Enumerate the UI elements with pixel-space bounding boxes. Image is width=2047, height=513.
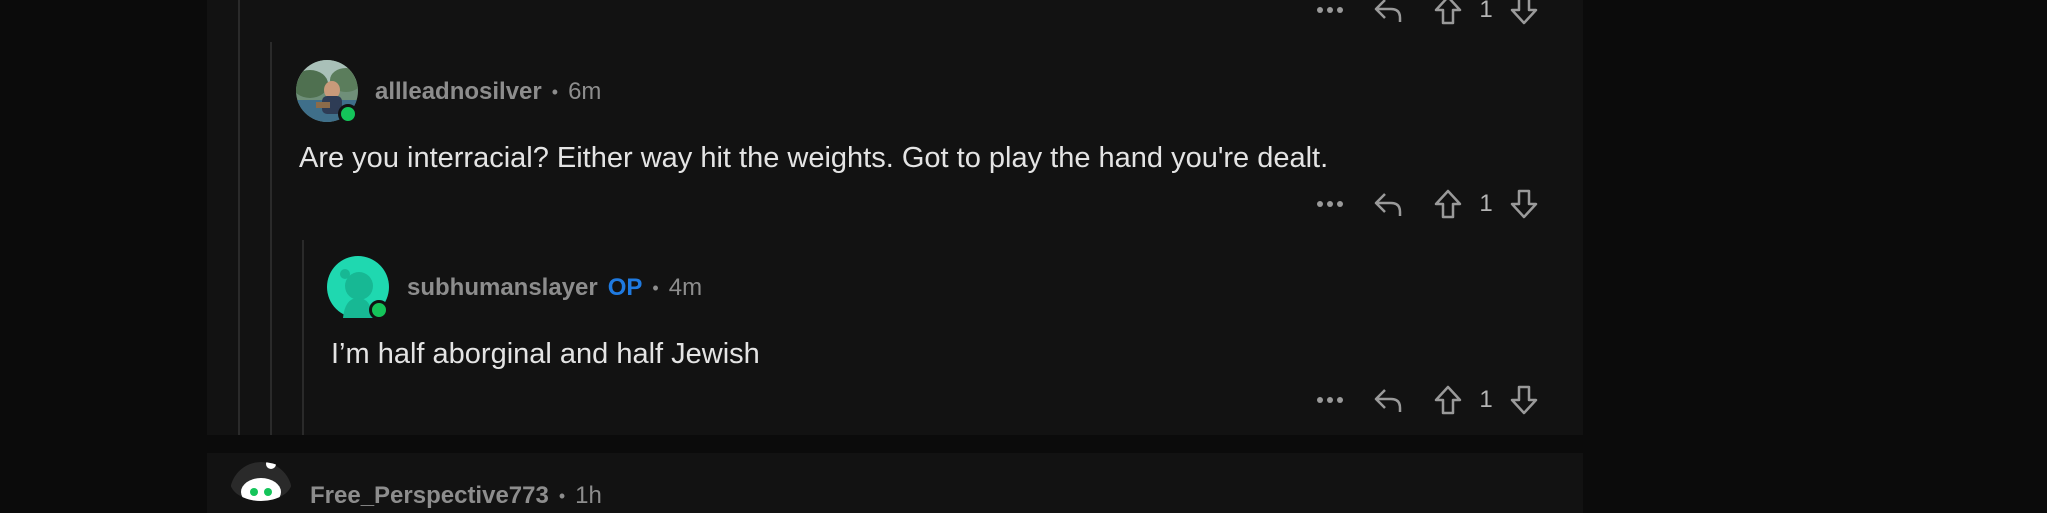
downvote-button[interactable] bbox=[1504, 384, 1544, 416]
downvote-icon bbox=[1510, 189, 1538, 219]
separator-dot: • bbox=[652, 277, 659, 298]
comment-meta: allleadnosilver • 6m bbox=[375, 76, 601, 108]
more-button[interactable] bbox=[1312, 200, 1348, 208]
more-icon bbox=[1317, 397, 1343, 403]
reply-icon bbox=[1374, 193, 1402, 216]
avatar[interactable] bbox=[230, 462, 292, 501]
timestamp[interactable]: 6m bbox=[568, 78, 601, 106]
separator-dot: • bbox=[551, 81, 559, 102]
reply-button[interactable] bbox=[1348, 0, 1428, 24]
timestamp[interactable]: 4m bbox=[669, 274, 702, 302]
reply-button[interactable] bbox=[1348, 386, 1428, 414]
downvote-icon bbox=[1510, 385, 1538, 415]
snoo-avatar bbox=[230, 462, 292, 501]
thread-line-level-3[interactable] bbox=[302, 240, 304, 435]
username[interactable]: Free_Perspective773 bbox=[310, 482, 549, 510]
username[interactable]: allleadnosilver bbox=[375, 78, 542, 106]
upvote-button[interactable] bbox=[1428, 188, 1468, 220]
upvote-icon bbox=[1434, 189, 1462, 219]
comment-meta: Free_Perspective773 • 1h bbox=[310, 480, 602, 512]
comment-actions: 1 bbox=[1312, 382, 1544, 418]
reply-icon bbox=[1374, 389, 1402, 412]
downvote-icon bbox=[1510, 0, 1538, 25]
more-icon bbox=[1317, 201, 1343, 207]
comment-body: I’m half aborginal and half Jewish bbox=[331, 338, 760, 370]
thread-line-level-1[interactable] bbox=[238, 0, 240, 435]
upvote-icon bbox=[1434, 0, 1462, 25]
avatar[interactable] bbox=[296, 60, 358, 124]
more-button[interactable] bbox=[1312, 396, 1348, 404]
upvote-button[interactable] bbox=[1428, 384, 1468, 416]
comment-body: Are you interracial? Either way hit the … bbox=[299, 142, 1329, 174]
avatar[interactable] bbox=[327, 256, 389, 320]
online-status-dot bbox=[369, 300, 389, 320]
op-badge: OP bbox=[607, 274, 643, 301]
upvote-button[interactable] bbox=[1428, 0, 1468, 26]
comment-actions: 1 bbox=[1312, 186, 1544, 222]
downvote-button[interactable] bbox=[1504, 188, 1544, 220]
more-icon bbox=[1317, 7, 1343, 13]
online-status-dot bbox=[338, 104, 358, 124]
upvote-icon bbox=[1434, 385, 1462, 415]
previous-comment-actions: 1 bbox=[1312, 0, 1544, 28]
downvote-button[interactable] bbox=[1504, 0, 1544, 26]
username[interactable]: subhumanslayer bbox=[407, 274, 598, 302]
thread-line-level-2[interactable] bbox=[270, 42, 272, 435]
comment-meta: subhumanslayer OP • 4m bbox=[407, 272, 702, 304]
reply-icon bbox=[1374, 0, 1402, 22]
separator-dot: • bbox=[558, 485, 566, 506]
vote-score: 1 bbox=[1479, 386, 1493, 413]
timestamp[interactable]: 1h bbox=[575, 482, 602, 510]
reply-button[interactable] bbox=[1348, 190, 1428, 218]
more-button[interactable] bbox=[1312, 6, 1348, 14]
vote-score: 1 bbox=[1479, 0, 1493, 23]
vote-score: 1 bbox=[1479, 190, 1493, 217]
